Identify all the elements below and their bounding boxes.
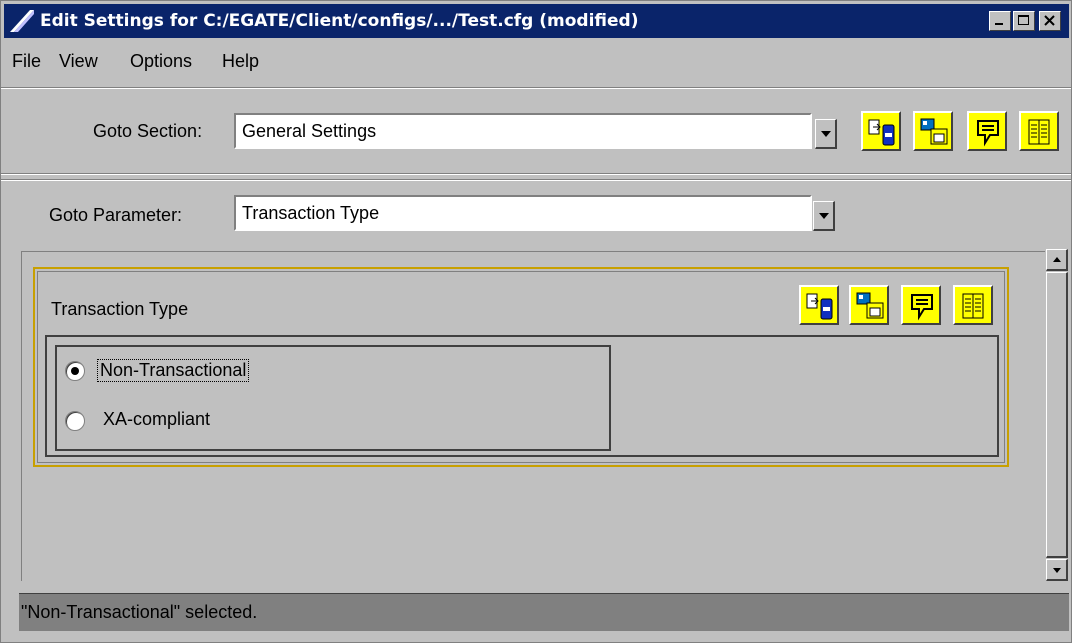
title-bar[interactable]: Edit Settings for C:/EGATE/Client/config… [4, 4, 1069, 38]
menu-help[interactable]: Help [222, 51, 259, 72]
maximize-button[interactable] [1013, 11, 1035, 31]
vertical-scrollbar[interactable] [1046, 249, 1068, 582]
book-icon [962, 293, 984, 319]
radio-xa-compliant-label[interactable]: XA-compliant [103, 409, 210, 430]
book-icon [1028, 119, 1050, 145]
close-icon [1044, 15, 1055, 26]
export-icon [920, 118, 948, 145]
goto-parameter-value: Transaction Type [242, 203, 380, 223]
window-title: Edit Settings for C:/EGATE/Client/config… [40, 11, 639, 31]
settings-window: Edit Settings for C:/EGATE/Client/config… [0, 0, 1072, 643]
menu-view[interactable]: View [59, 51, 98, 72]
import-icon [806, 293, 833, 320]
goto-parameter-dropdown-button[interactable] [813, 201, 835, 231]
parameter-import-button[interactable] [799, 285, 839, 325]
menu-options[interactable]: Options [130, 51, 192, 72]
radio-xa-compliant[interactable] [65, 411, 85, 431]
radio-non-transactional[interactable] [65, 361, 85, 381]
comment-icon [911, 294, 933, 321]
parameter-title: Transaction Type [51, 299, 189, 319]
export-icon [856, 292, 884, 319]
status-bar: "Non-Transactional" selected. [19, 593, 1069, 631]
menu-file[interactable]: File [12, 51, 41, 72]
import-icon [868, 119, 895, 146]
arrow-down-icon [1053, 568, 1061, 573]
menu-divider [1, 87, 1071, 89]
minimize-icon [995, 23, 1003, 25]
minimize-button[interactable] [989, 11, 1011, 31]
goto-section-value: General Settings [242, 121, 377, 141]
section-help-book-button[interactable] [1019, 111, 1059, 151]
section-comment-button[interactable] [967, 111, 1007, 151]
section-divider-1 [1, 173, 1071, 175]
goto-section-dropdown-button[interactable] [815, 119, 837, 149]
radio-selected-dot [71, 367, 79, 375]
goto-section-label: Goto Section: [93, 121, 203, 141]
parameter-export-button[interactable] [849, 285, 889, 325]
goto-section-combo[interactable]: General Settings [234, 113, 812, 149]
app-logo-icon [10, 10, 34, 32]
scroll-down-button[interactable] [1046, 559, 1068, 581]
close-button[interactable] [1039, 11, 1061, 31]
radio-non-transactional-label[interactable]: Non-Transactional [97, 359, 250, 382]
chevron-down-icon [819, 213, 829, 219]
section-export-button[interactable] [913, 111, 953, 151]
parameter-comment-button[interactable] [901, 285, 941, 325]
goto-parameter-label: Goto Parameter: [49, 205, 183, 225]
scroll-up-button[interactable] [1046, 249, 1068, 271]
goto-parameter-combo[interactable]: Transaction Type [234, 195, 812, 231]
section-import-button[interactable] [861, 111, 901, 151]
scroll-thumb[interactable] [1046, 272, 1068, 558]
section-divider-2 [1, 179, 1071, 181]
comment-icon [977, 120, 999, 147]
maximize-icon [1018, 15, 1029, 25]
status-text: "Non-Transactional" selected. [21, 602, 258, 622]
arrow-up-icon [1053, 257, 1061, 262]
chevron-down-icon [821, 131, 831, 137]
parameter-help-book-button[interactable] [953, 285, 993, 325]
